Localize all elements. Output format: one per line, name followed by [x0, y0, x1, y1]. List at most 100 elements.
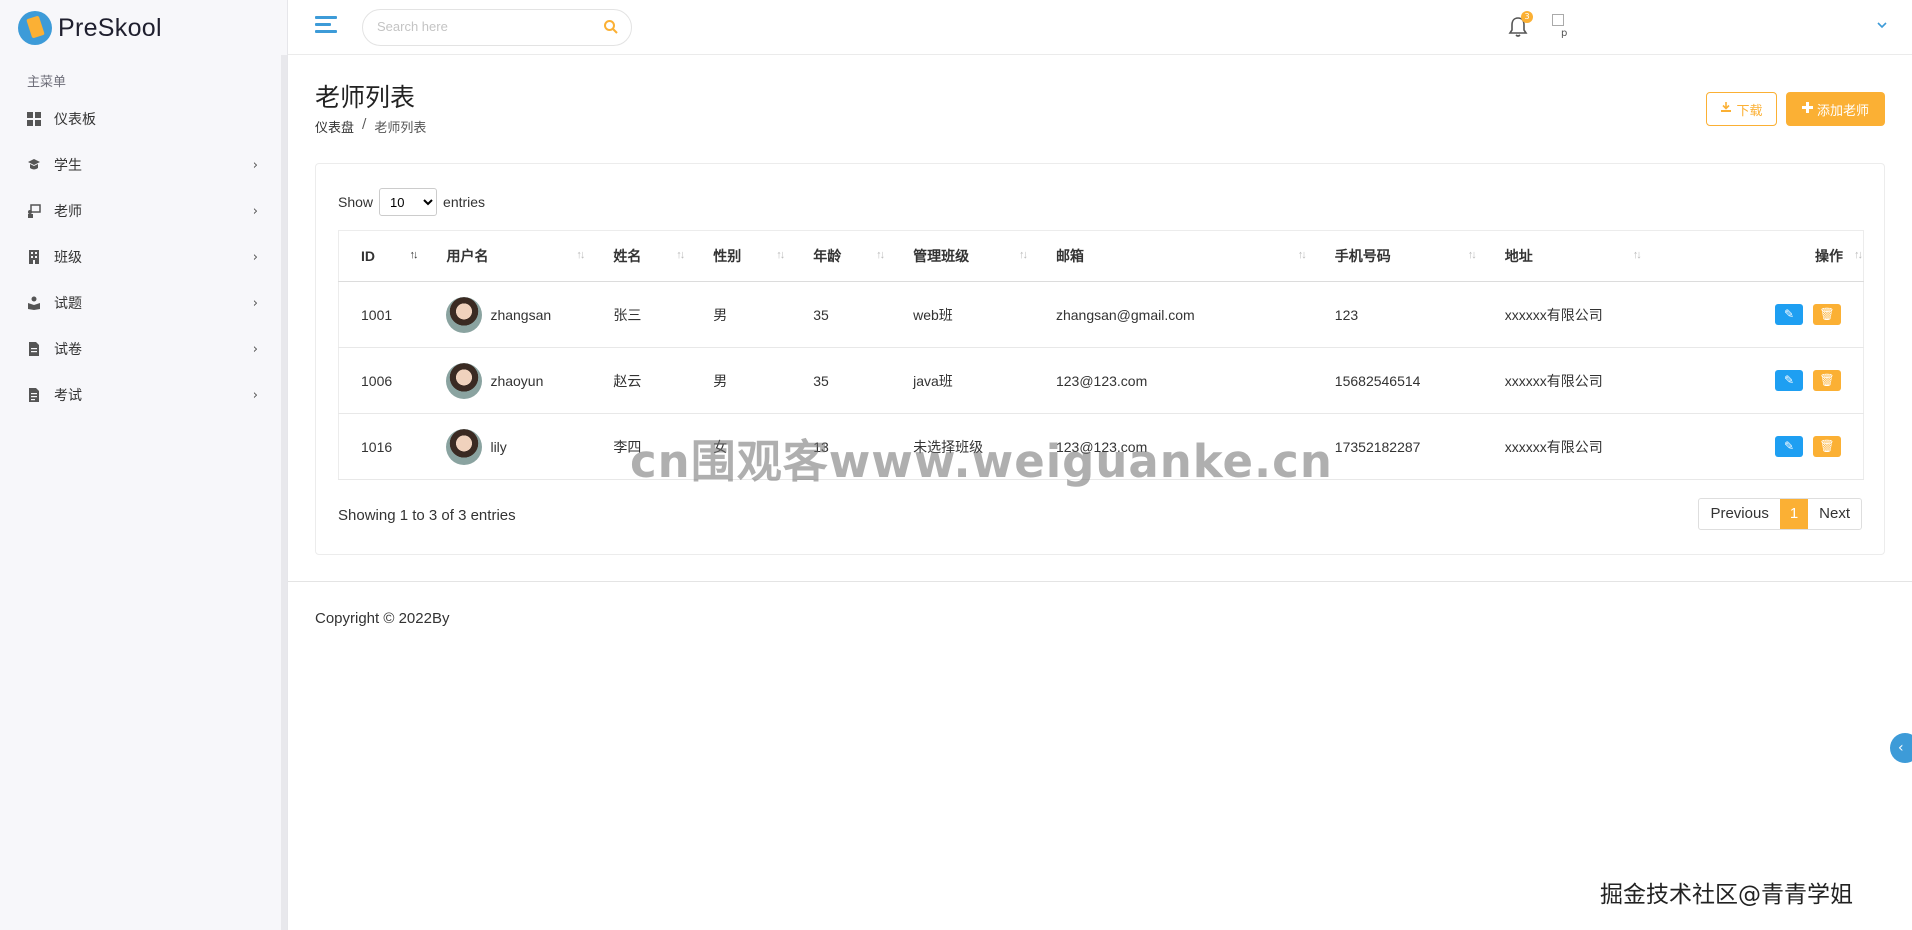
- avatar[interactable]: [446, 296, 483, 333]
- page-1-button[interactable]: 1: [1779, 499, 1809, 529]
- chevron-left-icon[interactable]: ‹: [1890, 733, 1912, 763]
- delete-button[interactable]: 🗑: [1813, 304, 1841, 325]
- pencil-icon: ✎: [1783, 307, 1795, 321]
- teacher-table: ID ↑↓ 用户名 ↑↓ 姓名 ↑↓ 性别 ↑↓ 年龄 ↑↓ 管理班级 ↑↓ 邮箱 ↑↓ 手机…: [338, 230, 1864, 480]
- column-header-username[interactable]: 用户名 ↑↓: [424, 230, 592, 282]
- sidebar-item-classes[interactable]: 班级 ›: [0, 234, 282, 280]
- cell-phone: 15682546514: [1312, 347, 1483, 414]
- edit-button[interactable]: ✎: [1775, 370, 1803, 391]
- file-icon: [27, 342, 41, 356]
- column-header-gender[interactable]: 性别 ↑↓: [691, 230, 792, 282]
- menu-title: 主菜单: [27, 75, 67, 90]
- cell-email: zhangsan@gmail.com: [1033, 281, 1313, 348]
- cell-email: 123@123.com: [1033, 347, 1313, 414]
- column-label: 地址: [1504, 248, 1533, 264]
- plus-icon: [1801, 101, 1813, 117]
- trash-icon: 🗑: [1819, 373, 1835, 387]
- edit-button[interactable]: ✎: [1775, 304, 1803, 325]
- column-label: 操作: [1815, 248, 1843, 264]
- sidebar-item-label: 班级: [54, 250, 82, 266]
- cell-address: xxxxxx有限公司: [1482, 281, 1683, 348]
- sidebar-item-students[interactable]: 学生 ›: [0, 142, 282, 188]
- column-header-class[interactable]: 管理班级 ↑↓: [891, 230, 1034, 282]
- sidebar: PreSkool 主菜单 仪表板 学生 › 老师 › 班级 › 试题 › 试卷 …: [0, 0, 288, 930]
- sidebar-item-label: 考试: [54, 388, 82, 404]
- sidebar-item-label: 老师: [54, 204, 82, 220]
- sidebar-item-teachers[interactable]: 老师 ›: [0, 188, 282, 234]
- logo-icon: [18, 11, 52, 45]
- sidebar-item-papers[interactable]: 试卷 ›: [0, 326, 282, 372]
- cell-email: 123@123.com: [1033, 413, 1313, 480]
- sort-asc-icon: ↑↓: [409, 249, 418, 261]
- breadcrumb: 仪表盘 / 老师列表: [315, 117, 426, 136]
- avatar[interactable]: [446, 362, 483, 399]
- cell-age: 35: [791, 281, 892, 348]
- download-icon: [1720, 101, 1732, 117]
- table-header-row: ID ↑↓ 用户名 ↑↓ 姓名 ↑↓ 性别 ↑↓ 年龄 ↑↓ 管理班级 ↑↓ 邮箱 ↑↓ 手机…: [338, 230, 1864, 282]
- column-header-age[interactable]: 年龄 ↑↓: [791, 230, 892, 282]
- column-header-email[interactable]: 邮箱 ↑↓: [1033, 230, 1313, 282]
- cell-actions: ✎ 🗑: [1682, 347, 1864, 414]
- menu-toggle-icon[interactable]: [315, 16, 337, 36]
- sort-icon: ↑↓: [876, 249, 885, 261]
- username-link[interactable]: zhangsan: [490, 307, 551, 323]
- sidebar-item-dashboard[interactable]: 仪表板: [0, 96, 282, 142]
- cell-age: 35: [791, 347, 892, 414]
- student-cap-icon: [27, 158, 41, 172]
- edit-button[interactable]: ✎: [1775, 436, 1803, 457]
- sidebar-item-label: 试卷: [54, 342, 82, 358]
- search-icon[interactable]: [603, 19, 619, 35]
- avatar[interactable]: [446, 428, 483, 465]
- table-info: Showing 1 to 3 of 3 entries: [338, 507, 516, 524]
- table-row[interactable]: 1006 zhaoyun 赵云 男 35 java班 123@123.com 1…: [338, 347, 1864, 414]
- add-teacher-button[interactable]: 添加老师: [1786, 92, 1885, 126]
- chevron-down-icon[interactable]: [1876, 19, 1888, 34]
- column-label: 用户名: [446, 248, 489, 264]
- column-label: 年龄: [813, 248, 842, 264]
- book-reader-icon: [27, 296, 41, 310]
- column-header-id[interactable]: ID ↑↓: [338, 230, 425, 282]
- cell-phone: 123: [1312, 281, 1483, 348]
- search-input[interactable]: [377, 19, 597, 34]
- sidebar-item-label: 学生: [54, 158, 82, 174]
- previous-page-button[interactable]: Previous: [1699, 499, 1779, 529]
- cell-name: 赵云: [591, 347, 692, 414]
- column-header-name[interactable]: 姓名 ↑↓: [591, 230, 692, 282]
- column-header-phone[interactable]: 手机号码 ↑↓: [1312, 230, 1483, 282]
- sidebar-scrollbar[interactable]: [281, 55, 287, 930]
- next-page-button[interactable]: Next: [1808, 499, 1861, 529]
- sidebar-item-exams[interactable]: 考试 ›: [0, 372, 282, 418]
- column-header-actions[interactable]: 操作 ↑↓: [1682, 230, 1864, 282]
- column-label: 性别: [713, 248, 742, 264]
- cell-username: lily: [424, 413, 592, 480]
- breadcrumb-separator: /: [362, 117, 367, 132]
- cell-id: 1001: [338, 281, 425, 348]
- cell-actions: ✎ 🗑: [1682, 281, 1864, 348]
- teacher-list-card: Show 10 25 50 100 entries ID ↑↓ 用户名 ↑↓ 姓名 ↑…: [315, 163, 1885, 555]
- download-button[interactable]: 下载: [1706, 92, 1777, 126]
- username-link[interactable]: lily: [490, 439, 506, 455]
- table-row[interactable]: 1001 zhangsan 张三 男 35 web班 zhangsan@gmai…: [338, 281, 1864, 348]
- brand-logo[interactable]: PreSkool: [18, 10, 162, 46]
- page-length-select[interactable]: 10 25 50 100: [379, 188, 438, 216]
- avatar[interactable]: p: [1552, 14, 1572, 40]
- column-label: ID: [361, 248, 375, 264]
- delete-button[interactable]: 🗑: [1813, 436, 1841, 457]
- sidebar-menu: 仪表板 学生 › 老师 › 班级 › 试题 › 试卷 › 考试 ›: [0, 96, 282, 418]
- table-row[interactable]: 1016 lily 李四 女 13 未选择班级 123@123.com 1735…: [338, 413, 1864, 480]
- sidebar-item-questions[interactable]: 试题 ›: [0, 280, 282, 326]
- cell-phone: 17352182287: [1312, 413, 1483, 480]
- cell-id: 1016: [338, 413, 425, 480]
- username-link[interactable]: zhaoyun: [490, 373, 543, 389]
- breadcrumb-dashboard[interactable]: 仪表盘: [315, 117, 354, 136]
- cell-gender: 男: [691, 281, 792, 348]
- sidebar-item-label: 试题: [54, 296, 82, 312]
- show-label: Show: [338, 194, 374, 210]
- cell-class: web班: [891, 281, 1034, 348]
- download-label: 下载: [1736, 103, 1763, 119]
- delete-button[interactable]: 🗑: [1813, 370, 1841, 391]
- chevron-right-icon: ›: [252, 341, 258, 357]
- footer-divider: [288, 581, 1912, 582]
- column-label: 邮箱: [1055, 248, 1084, 264]
- column-header-address[interactable]: 地址 ↑↓: [1482, 230, 1683, 282]
